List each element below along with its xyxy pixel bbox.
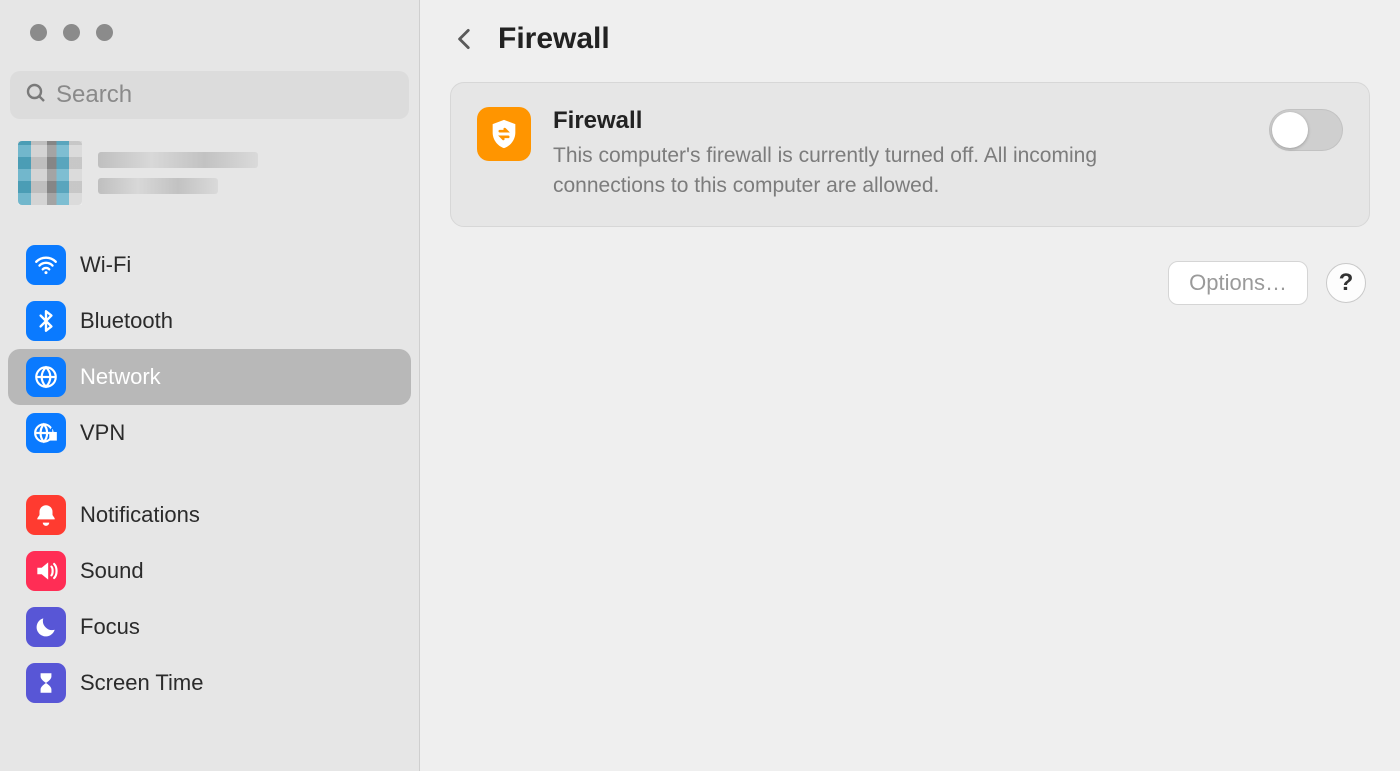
avatar [18,141,82,205]
bell-icon [26,495,66,535]
sidebar-item-label: Notifications [80,502,200,528]
sidebar-item-label: Screen Time [80,670,204,696]
search-icon [24,81,48,110]
sidebar-item-vpn[interactable]: VPN [8,405,411,461]
sidebar-item-bluetooth[interactable]: Bluetooth [8,293,411,349]
moon-icon [26,607,66,647]
sidebar: Wi-Fi Bluetooth Ne [0,0,420,771]
firewall-card-description: This computer's firewall is currently tu… [553,141,1213,202]
hourglass-icon [26,663,66,703]
profile-subtitle-redacted [98,178,218,194]
speaker-icon [26,551,66,591]
sidebar-item-label: Sound [80,558,144,584]
sidebar-item-wifi[interactable]: Wi-Fi [8,237,411,293]
toggle-knob [1272,112,1308,148]
search-input[interactable] [56,81,395,109]
sidebar-item-label: Focus [80,614,140,640]
sidebar-item-focus[interactable]: Focus [8,599,411,655]
bluetooth-icon [26,301,66,341]
apple-id-profile[interactable] [0,137,419,209]
options-button[interactable]: Options… [1168,261,1308,305]
search-field[interactable] [10,71,409,119]
back-button[interactable] [450,24,480,54]
main-content: Firewall Firewall This computer's firewa… [420,0,1400,771]
sidebar-item-label: VPN [80,420,125,446]
sidebar-item-network[interactable]: Network [8,349,411,405]
wifi-icon [26,245,66,285]
window-controls [0,24,419,41]
sidebar-item-label: Network [80,364,161,390]
help-button[interactable]: ? [1326,263,1366,303]
sidebar-item-screentime[interactable]: Screen Time [8,655,411,711]
sidebar-nav: Wi-Fi Bluetooth Ne [0,237,419,737]
minimize-window-button[interactable] [63,24,80,41]
sidebar-item-sound[interactable]: Sound [8,543,411,599]
firewall-toggle[interactable] [1269,109,1343,151]
profile-name-redacted [98,152,258,168]
sidebar-item-notifications[interactable]: Notifications [8,487,411,543]
firewall-shield-icon [477,107,531,161]
vpn-icon [26,413,66,453]
fullscreen-window-button[interactable] [96,24,113,41]
close-window-button[interactable] [30,24,47,41]
sidebar-item-label: Wi-Fi [80,252,131,278]
firewall-card-title: Firewall [553,107,1247,135]
firewall-card: Firewall This computer's firewall is cur… [450,82,1370,227]
page-footer: Options… ? [450,261,1370,305]
page-header: Firewall [450,22,1370,56]
page-title: Firewall [498,22,610,56]
globe-icon [26,357,66,397]
sidebar-item-label: Bluetooth [80,308,173,334]
